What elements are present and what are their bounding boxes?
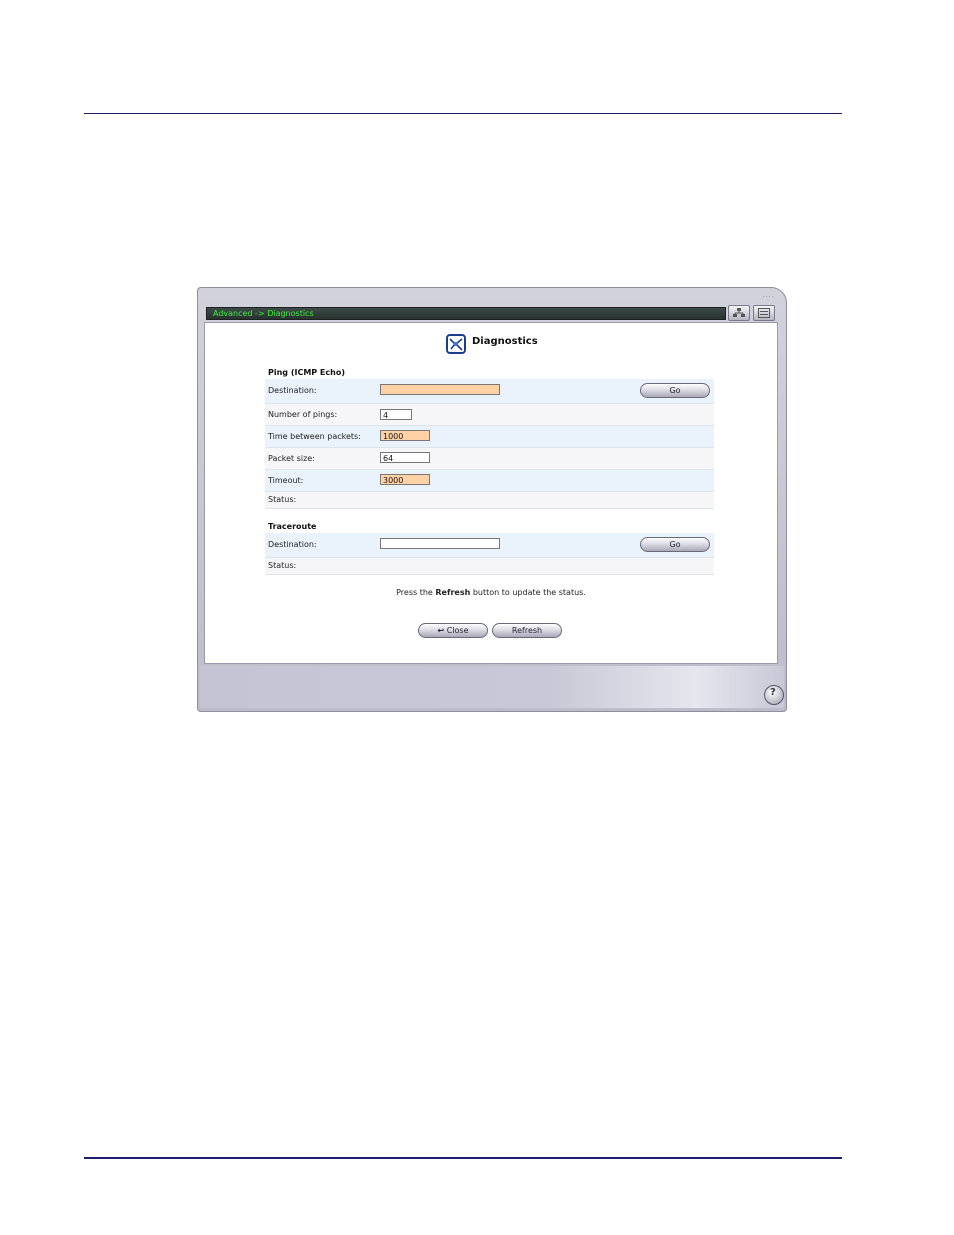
window-bottom-bar	[200, 666, 784, 708]
ping-status-label: Status:	[268, 495, 297, 504]
time-between-row: Time between packets: 1000	[265, 426, 714, 448]
page-title: Diagnostics	[472, 336, 538, 347]
refresh-note-suffix: button to update the status.	[470, 588, 586, 597]
ping-go-button[interactable]: Go	[640, 383, 710, 398]
page-top-rule	[84, 113, 842, 114]
diagnostics-icon	[446, 334, 466, 354]
time-between-input[interactable]: 1000	[380, 430, 430, 441]
refresh-note-prefix: Press the	[396, 588, 436, 597]
refresh-note: Press the Refresh button to update the s…	[205, 588, 777, 597]
breadcrumb: Advanced -> Diagnostics	[213, 309, 314, 318]
network-map-icon	[733, 308, 745, 317]
close-button-label: Close	[446, 626, 469, 635]
num-pings-input[interactable]: 4	[380, 409, 412, 420]
ping-destination-input[interactable]	[380, 384, 500, 395]
ping-section-title: Ping (ICMP Echo)	[268, 368, 345, 377]
network-map-button[interactable]	[728, 305, 750, 321]
help-icon[interactable]: ?	[764, 685, 784, 705]
help-glyph: ?	[770, 687, 776, 698]
traceroute-destination-input[interactable]	[380, 538, 500, 549]
close-arrow-icon: ↩	[437, 626, 445, 635]
breadcrumb-bar: Advanced -> Diagnostics	[206, 307, 726, 320]
num-pings-label: Number of pings:	[268, 410, 338, 419]
traceroute-status-row: Status:	[265, 558, 714, 575]
refresh-note-bold: Refresh	[435, 588, 471, 597]
timeout-row: Timeout: 3000	[265, 470, 714, 492]
timeout-label: Timeout:	[268, 476, 304, 485]
page-bottom-rule	[84, 1157, 842, 1159]
packet-size-row: Packet size: 64	[265, 448, 714, 470]
traceroute-destination-label: Destination:	[268, 540, 317, 549]
close-button[interactable]: ↩ Close	[418, 623, 488, 638]
ping-status-row: Status:	[265, 492, 714, 509]
ping-destination-label: Destination:	[268, 386, 317, 395]
menu-icon	[758, 308, 770, 318]
traceroute-section-title: Traceroute	[268, 522, 317, 531]
num-pings-row: Number of pings: 4	[265, 404, 714, 426]
traceroute-destination-row: Destination: Go	[265, 533, 714, 558]
menu-button[interactable]	[753, 305, 775, 321]
traceroute-go-button[interactable]: Go	[640, 537, 710, 552]
packet-size-label: Packet size:	[268, 454, 315, 463]
traceroute-status-label: Status:	[268, 561, 297, 570]
diagnostics-panel: Diagnostics Ping (ICMP Echo) Destination…	[204, 322, 778, 664]
window-grip[interactable]: ....	[762, 291, 775, 299]
router-window: .... Advanced -> Diagnostics Diagnostics…	[197, 287, 787, 712]
timeout-input[interactable]: 3000	[380, 474, 430, 485]
time-between-label: Time between packets:	[268, 432, 361, 441]
packet-size-input[interactable]: 64	[380, 452, 430, 463]
ping-destination-row: Destination: Go	[265, 379, 714, 404]
refresh-button[interactable]: Refresh	[492, 623, 562, 638]
